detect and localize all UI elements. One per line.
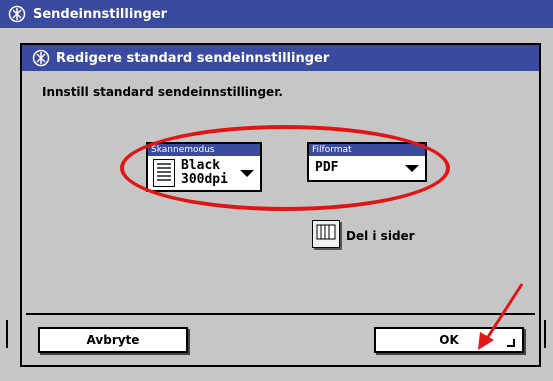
file-format-label: Filformat: [309, 144, 425, 156]
split-pages-button[interactable]: [312, 220, 340, 248]
cancel-button-label: Avbryte: [86, 333, 140, 347]
file-format-value: PDF: [315, 160, 339, 175]
settings-icon: [8, 5, 26, 23]
window-title: Sendeinnstillinger: [33, 6, 168, 22]
scan-mode-select[interactable]: Skannemodus Black 300dpi: [146, 142, 262, 192]
dropdown-arrow-icon[interactable]: [240, 170, 254, 177]
settings-icon: [32, 49, 50, 67]
cancel-button[interactable]: Avbryte: [38, 327, 188, 353]
split-pages-icon: [316, 223, 336, 245]
split-pages-label: Del i sider: [346, 229, 415, 243]
ok-button[interactable]: OK: [374, 327, 524, 353]
right-edge-line: [544, 320, 546, 348]
ok-button-label: OK: [439, 333, 459, 347]
doc-scan-icon: [153, 159, 175, 187]
left-edge-line: [6, 320, 8, 348]
dialog-titlebar: Redigere standard sendeinnstillinger: [22, 45, 539, 71]
edit-defaults-dialog: Redigere standard sendeinnstillinger Inn…: [20, 43, 541, 367]
scan-mode-value-line2: 300dpi: [181, 172, 228, 187]
scan-mode-label: Skannemodus: [148, 144, 260, 156]
instruction-text: Innstill standard sendeinnstillinger.: [42, 85, 283, 99]
dropdown-arrow-icon[interactable]: [405, 165, 419, 172]
window-titlebar: Sendeinnstillinger: [0, 0, 553, 28]
dialog-button-bar: Avbryte OK: [26, 313, 535, 363]
dialog-title: Redigere standard sendeinnstillinger: [56, 50, 330, 66]
file-format-select[interactable]: Filformat PDF: [307, 142, 427, 182]
scan-mode-value-line1: Black: [181, 158, 221, 173]
enter-icon: [506, 337, 516, 347]
